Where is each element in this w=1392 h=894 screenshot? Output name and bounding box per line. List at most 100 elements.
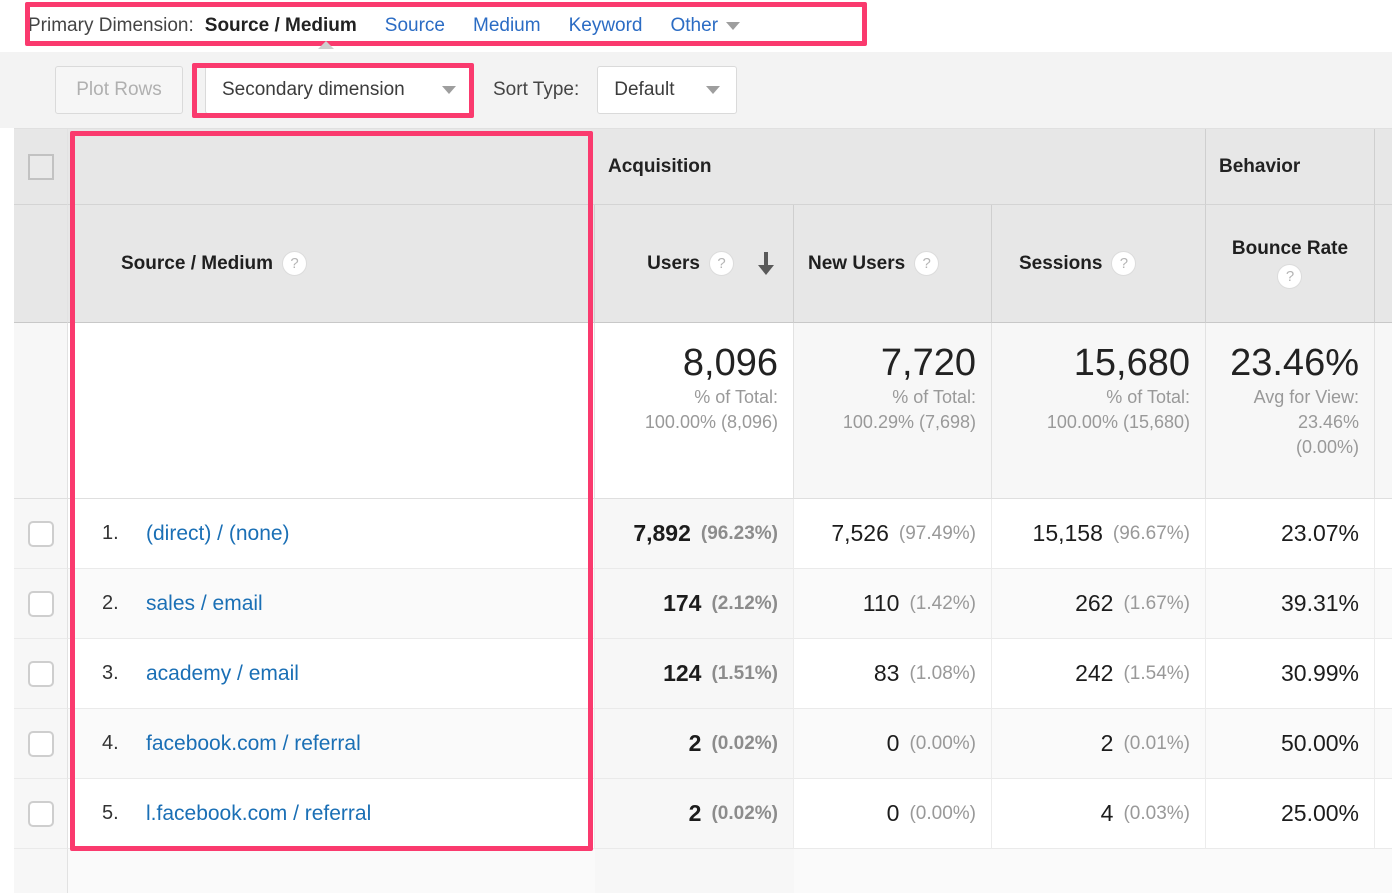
row-sessions-percent: (0.03%)	[1123, 802, 1190, 824]
row-dimension-link[interactable]: facebook.com / referral	[146, 732, 361, 756]
row-dimension-link[interactable]: sales / email	[146, 592, 263, 616]
row-dimension-cell-partial	[68, 849, 595, 893]
table-controls-bar: Plot Rows Secondary dimension Sort Type:…	[0, 52, 1392, 128]
row-sessions-cell: 242 (1.54%)	[992, 639, 1206, 709]
row-new-users-cell: 83 (1.08%)	[794, 639, 992, 709]
row-users-value: 124	[663, 660, 702, 686]
row-bounce-rate-cell-partial	[1206, 849, 1375, 893]
select-all-cell[interactable]	[14, 129, 68, 205]
metric-header-checkbox-spacer	[14, 205, 68, 323]
row-index: 5.	[102, 802, 119, 824]
table-row[interactable]: 1. (direct) / (none) 7,892 (96.23%) 7,52…	[14, 499, 1392, 569]
row-checkbox[interactable]	[27, 730, 54, 757]
row-checkbox[interactable]	[27, 520, 54, 547]
row-new-users-cell-partial	[794, 849, 992, 893]
primary-dimension-link-other[interactable]: Other	[671, 15, 719, 37]
row-new-users-value: 7,526	[831, 520, 889, 546]
row-dimension-link[interactable]: academy / email	[146, 662, 299, 686]
primary-dimension-link-medium[interactable]: Medium	[473, 15, 541, 37]
row-sessions-value: 4	[1100, 800, 1114, 826]
totals-next-partial	[1375, 323, 1392, 499]
row-next-partial	[1375, 709, 1392, 779]
group-header-dimension-spacer	[68, 129, 595, 205]
row-dimension-cell: 1. (direct) / (none)	[68, 499, 595, 569]
row-select-cell[interactable]	[14, 709, 68, 779]
help-circle-icon[interactable]: ?	[914, 251, 940, 276]
primary-dimension-link-source[interactable]: Source	[385, 15, 445, 37]
primary-dimension-active-source-medium[interactable]: Source / Medium	[205, 15, 357, 37]
plot-rows-button[interactable]: Plot Rows	[55, 66, 183, 114]
row-next-partial	[1375, 569, 1392, 639]
row-select-cell[interactable]	[14, 499, 68, 569]
secondary-dimension-dropdown[interactable]: Secondary dimension	[205, 66, 473, 114]
totals-bounce-rate-value: 23.46%	[1230, 342, 1359, 384]
column-header-sessions[interactable]: Sessions ?	[992, 205, 1206, 323]
help-circle-icon[interactable]: ?	[709, 251, 734, 276]
row-bounce-rate-value: 50.00%	[1280, 730, 1359, 756]
primary-dimension-other-dropdown[interactable]: Other	[671, 15, 741, 37]
totals-new-users-value: 7,720	[880, 342, 976, 384]
row-new-users-cell: 0 (0.00%)	[794, 779, 992, 849]
row-users-cell: 124 (1.51%)	[595, 639, 794, 709]
row-next-partial	[1375, 639, 1392, 709]
sort-type-dropdown[interactable]: Default	[597, 66, 738, 114]
row-new-users-value: 0	[886, 730, 900, 756]
row-sessions-percent: (1.67%)	[1123, 592, 1190, 614]
sort-type-value: Default	[614, 79, 675, 100]
row-new-users-percent: (1.08%)	[909, 662, 976, 684]
row-users-cell: 7,892 (96.23%)	[595, 499, 794, 569]
row-sessions-percent: (1.54%)	[1123, 662, 1190, 684]
row-checkbox[interactable]	[27, 660, 54, 687]
row-select-cell[interactable]	[14, 639, 68, 709]
totals-sessions-sub-value: 100.00% (15,680)	[1046, 412, 1190, 432]
help-circle-icon[interactable]: ?	[282, 251, 308, 276]
row-dimension-link[interactable]: l.facebook.com / referral	[146, 802, 371, 826]
row-new-users-percent: (1.42%)	[909, 592, 976, 614]
row-select-cell[interactable]	[14, 779, 68, 849]
select-all-checkbox[interactable]	[27, 153, 54, 180]
row-bounce-rate-cell: 50.00%	[1206, 709, 1375, 779]
help-circle-icon[interactable]: ?	[1111, 251, 1137, 276]
row-users-percent: (1.51%)	[711, 662, 778, 684]
row-sessions-cell: 2 (0.01%)	[992, 709, 1206, 779]
row-users-percent: (2.12%)	[711, 592, 778, 614]
totals-sessions: 15,680 % of Total: 100.00% (15,680)	[992, 323, 1206, 499]
group-header-behavior-cont	[1375, 129, 1392, 205]
primary-dimension-link-keyword[interactable]: Keyword	[569, 15, 643, 37]
row-select-cell[interactable]	[14, 569, 68, 639]
arrow-down-icon[interactable]	[753, 251, 779, 277]
row-bounce-rate-cell: 30.99%	[1206, 639, 1375, 709]
column-header-new-users[interactable]: New Users ?	[794, 205, 992, 323]
column-header-next-partial	[1375, 205, 1392, 323]
totals-new-users-sub-label: % of Total:	[892, 387, 976, 407]
table-row[interactable]: 2. sales / email 174 (2.12%) 110 (1.42%)…	[14, 569, 1392, 639]
table-row[interactable]: 3. academy / email 124 (1.51%) 83 (1.08%…	[14, 639, 1392, 709]
column-header-source-medium[interactable]: Source / Medium ?	[68, 205, 595, 323]
row-sessions-value: 15,158	[1032, 520, 1103, 546]
row-new-users-cell: 7,526 (97.49%)	[794, 499, 992, 569]
table-row[interactable]: 5. l.facebook.com / referral 2 (0.02%) 0…	[14, 779, 1392, 849]
row-next-partial	[1375, 779, 1392, 849]
row-users-percent: (0.02%)	[711, 802, 778, 824]
totals-users-value: 8,096	[682, 342, 778, 384]
table-totals-row: 8,096 % of Total: 100.00% (8,096) 7,720 …	[14, 323, 1392, 499]
group-label-acquisition: Acquisition	[608, 155, 712, 177]
row-checkbox[interactable]	[27, 590, 54, 617]
row-sessions-value: 242	[1075, 660, 1114, 686]
help-circle-icon[interactable]: ?	[1277, 264, 1303, 289]
column-header-users[interactable]: Users ?	[595, 205, 794, 323]
row-next-partial	[1375, 849, 1392, 893]
row-dimension-link[interactable]: (direct) / (none)	[146, 522, 290, 546]
column-header-bounce-rate-label: Bounce Rate	[1231, 238, 1349, 259]
totals-users-sub-value: 100.00% (8,096)	[644, 412, 778, 432]
row-new-users-percent: (0.00%)	[909, 802, 976, 824]
row-users-cell: 2 (0.02%)	[595, 709, 794, 779]
analytics-data-table: Acquisition Behavior Source / Medium ? U…	[14, 128, 1392, 894]
row-users-value: 174	[663, 590, 702, 616]
row-checkbox[interactable]	[27, 800, 54, 827]
column-header-bounce-rate[interactable]: Bounce Rate ?	[1206, 205, 1375, 323]
table-metric-header-row: Source / Medium ? Users ? New Users ? Se…	[14, 205, 1392, 323]
table-row[interactable]: 4. facebook.com / referral 2 (0.02%) 0 (…	[14, 709, 1392, 779]
row-new-users-value: 83	[873, 660, 900, 686]
row-sessions-percent: (0.01%)	[1123, 732, 1190, 754]
